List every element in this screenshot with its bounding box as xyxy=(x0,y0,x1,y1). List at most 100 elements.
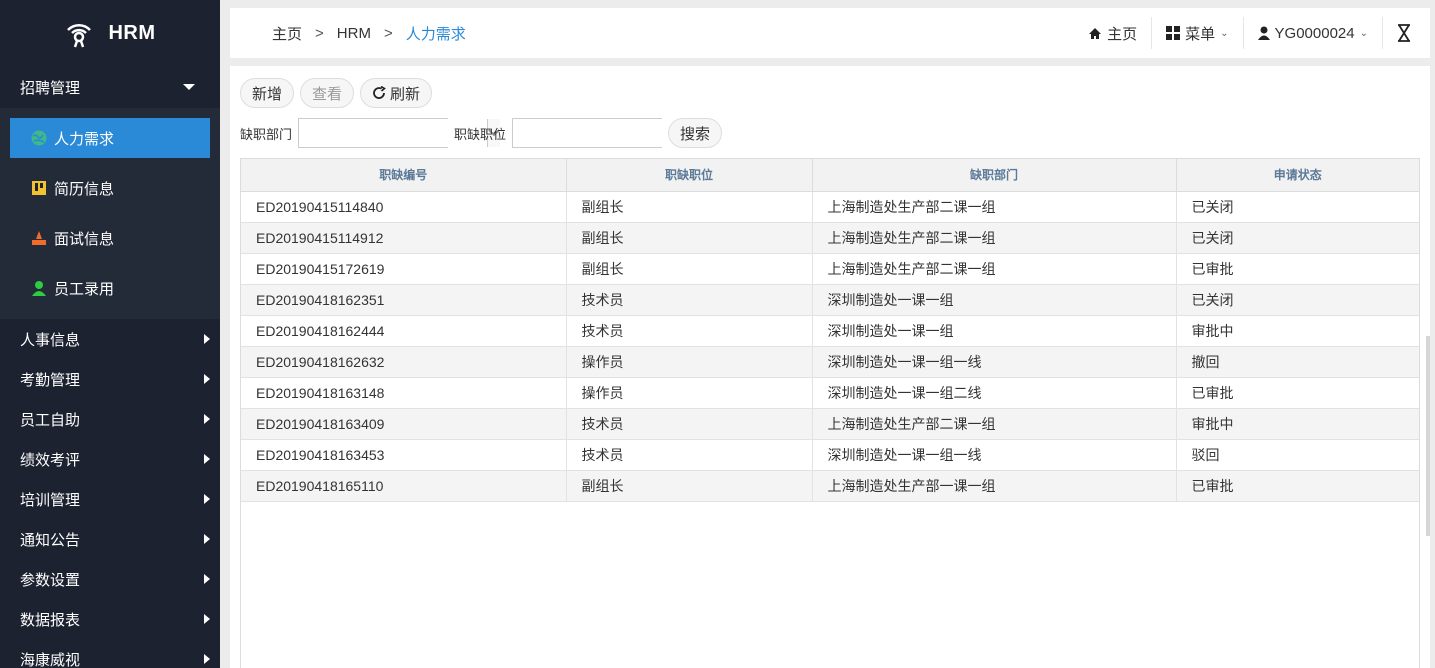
caret-right-icon xyxy=(204,654,210,664)
cell-position: 操作员 xyxy=(566,377,813,409)
sidebar-item-label: 人事信息 xyxy=(20,331,81,349)
cell-position: 操作员 xyxy=(566,346,813,378)
sidebar-item-interview[interactable]: 面试信息 xyxy=(10,218,210,258)
search-button[interactable]: 搜索 xyxy=(668,118,723,148)
breadcrumb: 主页 > HRM > 人力需求 xyxy=(230,23,466,44)
refresh-button[interactable]: 刷新 xyxy=(360,78,433,108)
cell-status: 撤回 xyxy=(1176,346,1419,378)
cell-id: ED20190418163148 xyxy=(241,377,567,409)
table-row[interactable]: ED20190418165110 副组长 上海制造处生产部一课一组 已审批 xyxy=(241,470,1419,502)
caret-down-icon xyxy=(183,84,195,90)
breadcrumb-current: 人力需求 xyxy=(405,25,466,43)
sidebar-item-settings[interactable]: 参数设置 xyxy=(0,559,220,599)
cell-status: 驳回 xyxy=(1176,439,1419,471)
cell-department: 深圳制造处一课一组二线 xyxy=(812,377,1177,409)
page-scrollbar[interactable] xyxy=(1426,336,1430,536)
refresh-label: 刷新 xyxy=(390,85,421,103)
cell-position: 副组长 xyxy=(566,191,813,223)
column-header-department[interactable]: 缺职部门 xyxy=(812,159,1177,192)
cell-id: ED20190415172619 xyxy=(241,253,567,285)
menu-dropdown[interactable]: 菜单 ⌄ xyxy=(1152,17,1244,49)
sidebar-item-resume[interactable]: 简历信息 xyxy=(10,168,210,208)
cell-id: ED20190418163453 xyxy=(241,439,567,471)
cell-position: 技术员 xyxy=(566,284,813,316)
cell-department: 上海制造处生产部二课一组 xyxy=(812,408,1177,440)
table-row[interactable]: ED20190418163453 技术员 深圳制造处一课一组一线 驳回 xyxy=(241,439,1419,471)
wifi-logo-icon xyxy=(64,18,94,48)
cell-id: ED20190415114840 xyxy=(241,191,567,223)
caret-right-icon xyxy=(204,374,210,384)
sidebar-item-personnel[interactable]: 人事信息 xyxy=(0,319,220,359)
sidebar-item-label: 参数设置 xyxy=(20,571,81,589)
dept-filter-label: 缺职部门 xyxy=(240,126,293,142)
table-row[interactable]: ED20190415114840 副组长 上海制造处生产部二课一组 已关闭 xyxy=(241,191,1419,223)
sidebar-item-label: 通知公告 xyxy=(20,531,81,549)
cell-position: 副组长 xyxy=(566,222,813,254)
sidebar-item-notices[interactable]: 通知公告 xyxy=(0,519,220,559)
nav-group-recruitment[interactable]: 招聘管理 xyxy=(0,66,220,108)
sidebar-item-hiring[interactable]: 员工录用 xyxy=(10,268,210,308)
sidebar-item-manpower-demand[interactable]: 人力需求 xyxy=(10,118,210,158)
hourglass-button[interactable] xyxy=(1383,17,1430,49)
refresh-icon xyxy=(373,86,386,99)
view-button[interactable]: 查看 xyxy=(300,78,355,108)
user-green-icon xyxy=(30,279,48,297)
sidebar: HRM 招聘管理 人力需求 简历信息 面试信息 员工录用 人事信息 考勤管理 员… xyxy=(0,0,220,668)
cell-status: 已审批 xyxy=(1176,470,1419,502)
toolbar: 新增 查看 刷新 xyxy=(240,78,433,108)
cell-position: 副组长 xyxy=(566,470,813,502)
sidebar-item-label: 海康威视 xyxy=(20,651,81,668)
interview-icon xyxy=(30,229,48,247)
sidebar-item-label: 绩效考评 xyxy=(20,451,81,469)
cell-id: ED20190418163409 xyxy=(241,408,567,440)
sidebar-item-label: 员工录用 xyxy=(54,280,115,298)
table-row[interactable]: ED20190418163409 技术员 上海制造处生产部二课一组 审批中 xyxy=(241,408,1419,440)
table-row[interactable]: ED20190418162632 操作员 深圳制造处一课一组一线 撤回 xyxy=(241,346,1419,378)
cell-id: ED20190415114912 xyxy=(241,222,567,254)
cell-department: 上海制造处生产部二课一组 xyxy=(812,222,1177,254)
table-row[interactable]: ED20190418162444 技术员 深圳制造处一课一组 审批中 xyxy=(241,315,1419,347)
cell-status: 审批中 xyxy=(1176,315,1419,347)
breadcrumb-module[interactable]: HRM xyxy=(337,25,371,42)
grid-icon xyxy=(1166,26,1181,40)
data-grid: 职缺编号 职缺职位 缺职部门 申请状态 ED20190415114840 副组长上… xyxy=(240,158,1420,668)
brand[interactable]: HRM xyxy=(0,0,220,66)
breadcrumb-separator: > xyxy=(383,24,393,42)
cell-position: 技术员 xyxy=(566,408,813,440)
user-label: YG0000024 xyxy=(1274,24,1355,42)
sidebar-item-self-service[interactable]: 员工自助 xyxy=(0,399,220,439)
sidebar-item-label: 人力需求 xyxy=(54,130,115,148)
cell-department: 深圳制造处一课一组 xyxy=(812,315,1177,347)
sidebar-item-performance[interactable]: 绩效考评 xyxy=(0,439,220,479)
sidebar-item-training[interactable]: 培训管理 xyxy=(0,479,220,519)
table-row[interactable]: ED20190418163148 操作员 深圳制造处一课一组二线 已审批 xyxy=(241,377,1419,409)
cell-status: 已审批 xyxy=(1176,377,1419,409)
cell-department: 上海制造处生产部二课一组 xyxy=(812,253,1177,285)
menu-label: 菜单 xyxy=(1185,25,1216,43)
sidebar-item-reports[interactable]: 数据报表 xyxy=(0,599,220,639)
table-row[interactable]: ED20190415114912 副组长 上海制造处生产部二课一组 已关闭 xyxy=(241,222,1419,254)
add-button[interactable]: 新增 xyxy=(240,78,295,108)
globe-icon xyxy=(30,129,48,147)
home-link[interactable]: 主页 xyxy=(1074,17,1153,49)
sidebar-item-attendance[interactable]: 考勤管理 xyxy=(0,359,220,399)
column-header-id[interactable]: 职缺编号 xyxy=(241,159,567,192)
topbar: 主页 > HRM > 人力需求 主页 菜单 ⌄ YG0000024 ⌄ xyxy=(230,8,1430,58)
position-combobox[interactable] xyxy=(512,118,715,148)
breadcrumb-home[interactable]: 主页 xyxy=(272,23,302,44)
sidebar-item-hikvision[interactable]: 海康威视 xyxy=(0,639,220,668)
column-header-status[interactable]: 申请状态 xyxy=(1176,159,1419,192)
table-row[interactable]: ED20190415172619 副组长 上海制造处生产部二课一组 已审批 xyxy=(241,253,1419,285)
cell-department: 深圳制造处一课一组一线 xyxy=(812,346,1177,378)
user-dropdown[interactable]: YG0000024 ⌄ xyxy=(1244,17,1383,49)
table-row[interactable]: ED20190418162351 技术员 深圳制造处一课一组 已关闭 xyxy=(241,284,1419,316)
dept-combobox[interactable] xyxy=(298,118,501,148)
cell-id: ED20190418165110 xyxy=(241,470,567,502)
caret-right-icon xyxy=(204,574,210,584)
chevron-down-icon: ⌄ xyxy=(1359,27,1368,39)
main-content: 新增 查看 刷新 缺职部门 职缺职位 搜索 职缺编号 职缺职位 缺职部门 申请状… xyxy=(230,66,1430,668)
column-header-position[interactable]: 职缺职位 xyxy=(566,159,813,192)
caret-right-icon xyxy=(204,614,210,624)
resume-icon xyxy=(30,179,48,197)
cell-position: 技术员 xyxy=(566,315,813,347)
